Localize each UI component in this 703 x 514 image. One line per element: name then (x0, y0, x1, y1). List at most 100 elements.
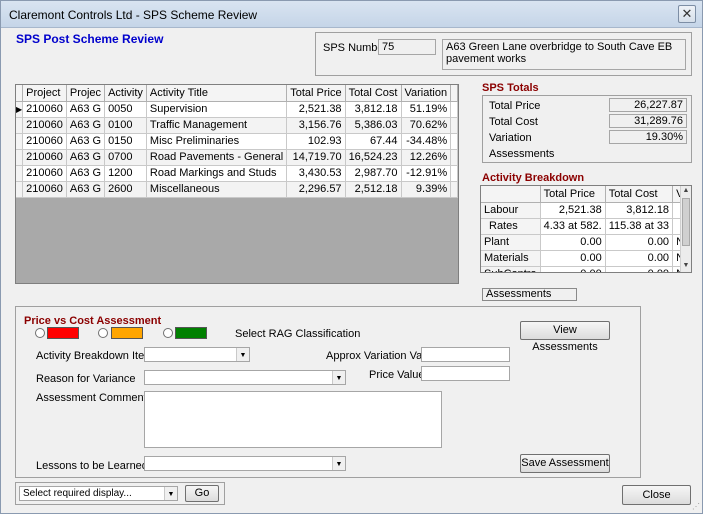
breakdown-row[interactable]: Labour2,521.383,812.1851.19 (481, 202, 691, 219)
table-cell[interactable]: 9.39% (401, 181, 452, 198)
table-cell[interactable]: 67.44 (345, 133, 402, 150)
table-cell[interactable]: 102.93 (286, 133, 346, 150)
table-cell[interactable]: 2600 (104, 181, 147, 198)
table-cell[interactable]: 0050 (104, 101, 147, 118)
row-header[interactable] (16, 165, 24, 182)
breakdown-cell[interactable]: 0.00 (540, 234, 606, 251)
scroll-thumb[interactable] (682, 198, 690, 246)
col-total-price[interactable]: Total Price (286, 85, 346, 102)
col-project[interactable]: Project (22, 85, 67, 102)
total-cost-value[interactable]: 31,289.76 (609, 114, 687, 128)
rag-radio-green[interactable] (163, 328, 173, 338)
breakdown-col-total-price[interactable]: Total Price (540, 186, 606, 203)
table-cell[interactable]: Supervision (146, 101, 288, 118)
breakdown-cell[interactable]: Plant (481, 234, 541, 251)
table-row[interactable]: 210060 A63 G 2600 Miscellaneous 2,296.57 2,51… (16, 181, 459, 198)
table-cell[interactable]: A63 G (66, 117, 106, 134)
table-cell[interactable]: 16,524.23 (345, 149, 402, 166)
table-cell[interactable]: 3,156.76 (286, 117, 346, 134)
table-row[interactable]: 210060 A63 G 0150 Misc Preliminaries 102.93 6… (16, 133, 459, 150)
table-cell[interactable]: -12.91% (401, 165, 452, 182)
table-cell[interactable]: Road Pavements - General (146, 149, 288, 166)
chevron-down-icon[interactable]: ▼ (164, 487, 177, 500)
variation-value[interactable]: 19.30% (609, 130, 687, 144)
row-header[interactable] (16, 133, 24, 150)
table-cell[interactable]: 1200 (104, 165, 147, 182)
tab-assessments[interactable]: Assessments (482, 288, 577, 301)
scroll-down-icon[interactable]: ▼ (682, 262, 690, 271)
window-close-icon[interactable]: ✕ (678, 5, 696, 23)
comment-textarea[interactable] (144, 391, 442, 448)
table-cell[interactable]: 2,296.57 (286, 181, 346, 198)
breakdown-cell[interactable]: 4.33 at 582. (540, 218, 606, 235)
table-row[interactable]: 210060 A63 G 0100 Traffic Management 3,156.7… (16, 117, 459, 134)
scroll-up-icon[interactable]: ▲ (682, 187, 690, 196)
col-project-name[interactable]: Projec (66, 85, 106, 102)
table-cell[interactable]: Misc Preliminaries (146, 133, 288, 150)
activity-grid[interactable]: Project Projec Activity Activity Title T… (15, 84, 459, 284)
resize-grip-icon[interactable]: ⋰ (692, 502, 700, 511)
table-cell[interactable]: A63 G (66, 149, 106, 166)
rag-radio-amber[interactable] (98, 328, 108, 338)
table-cell[interactable]: 0700 (104, 149, 147, 166)
display-select[interactable]: Select required display... ▼ (19, 486, 178, 501)
table-cell[interactable]: 210060 (22, 149, 67, 166)
activity-item-select[interactable]: ▼ (144, 347, 250, 362)
table-cell[interactable]: 14,719.70 (286, 149, 346, 166)
row-header[interactable] (16, 117, 24, 134)
table-cell[interactable]: A63 G (66, 165, 106, 182)
breakdown-row[interactable]: Rates 4.33 at 582. 115.38 at 33 (481, 218, 691, 235)
table-cell[interactable]: 210060 (22, 117, 67, 134)
breakdown-cell[interactable]: Labour (481, 202, 541, 219)
activity-breakdown-grid[interactable]: Total Price Total Cost Variation Labour2… (480, 185, 692, 273)
table-cell[interactable]: 0150 (104, 133, 147, 150)
table-cell[interactable]: 210060 (22, 165, 67, 182)
breakdown-row[interactable]: Materials0.000.00No Values (481, 250, 691, 267)
table-cell[interactable]: 2,987.70 (345, 165, 402, 182)
table-cell[interactable]: 5,386.03 (345, 117, 402, 134)
table-cell[interactable]: 3,430.53 (286, 165, 346, 182)
table-cell[interactable]: -34.48% (401, 133, 452, 150)
table-cell[interactable]: A63 G (66, 101, 106, 118)
breakdown-cell[interactable]: Materials (481, 250, 541, 267)
price-value-input[interactable] (421, 366, 510, 381)
breakdown-row[interactable]: Plant0.000.00No Values (481, 234, 691, 251)
table-cell[interactable]: 2,521.38 (286, 101, 346, 118)
approx-variation-input[interactable] (421, 347, 510, 362)
breakdown-cell[interactable]: 0.00 (605, 266, 674, 272)
breakdown-cell[interactable]: 0.00 (605, 250, 674, 267)
table-cell[interactable]: 70.62% (401, 117, 452, 134)
table-cell[interactable]: 2,512.18 (345, 181, 402, 198)
breakdown-cell[interactable]: 3,812.18 (605, 202, 674, 219)
table-cell[interactable]: 210060 (22, 181, 67, 198)
view-assessments-button[interactable]: View Assessments (520, 321, 610, 353)
table-cell[interactable]: Road Markings and Studs (146, 165, 288, 182)
go-button[interactable]: Go (185, 485, 219, 502)
table-cell[interactable]: 51.19% (401, 101, 452, 118)
breakdown-cell[interactable]: 2,521.38 (540, 202, 606, 219)
table-row[interactable]: 210060 A63 G 1200 Road Markings and Studs 3,… (16, 165, 459, 182)
chevron-down-icon[interactable]: ▼ (332, 371, 345, 384)
breakdown-scrollbar[interactable]: ▲ ▼ (680, 186, 691, 272)
sps-description-field[interactable]: A63 Green Lane overbridge to South Cave … (442, 39, 686, 70)
lessons-select[interactable]: ▼ (144, 456, 346, 471)
table-cell[interactable]: 12.26% (401, 149, 452, 166)
table-cell[interactable]: A63 G (66, 181, 106, 198)
row-header[interactable] (16, 181, 24, 198)
breakdown-cell[interactable]: 0.00 (540, 250, 606, 267)
close-button[interactable]: Close (622, 485, 691, 505)
breakdown-row[interactable]: SubContra0.000.00No Values (481, 266, 691, 272)
breakdown-cell[interactable]: SubContra (481, 266, 541, 272)
table-cell[interactable]: 0100 (104, 117, 147, 134)
table-cell[interactable]: Miscellaneous (146, 181, 288, 198)
rag-radio-red[interactable] (35, 328, 45, 338)
table-cell[interactable]: 3,812.18 (345, 101, 402, 118)
row-header[interactable] (16, 149, 24, 166)
table-row[interactable]: ▶ 210060 A63 G 0050 Supervision 2,521.38 3,812… (16, 101, 459, 118)
save-assessment-button[interactable]: Save Assessment (520, 454, 610, 473)
table-cell[interactable]: A63 G (66, 133, 106, 150)
breakdown-cell[interactable]: Rates (481, 218, 541, 235)
col-activity[interactable]: Activity (104, 85, 147, 102)
table-cell[interactable]: 210060 (22, 133, 67, 150)
table-cell[interactable]: 210060 (22, 101, 67, 118)
